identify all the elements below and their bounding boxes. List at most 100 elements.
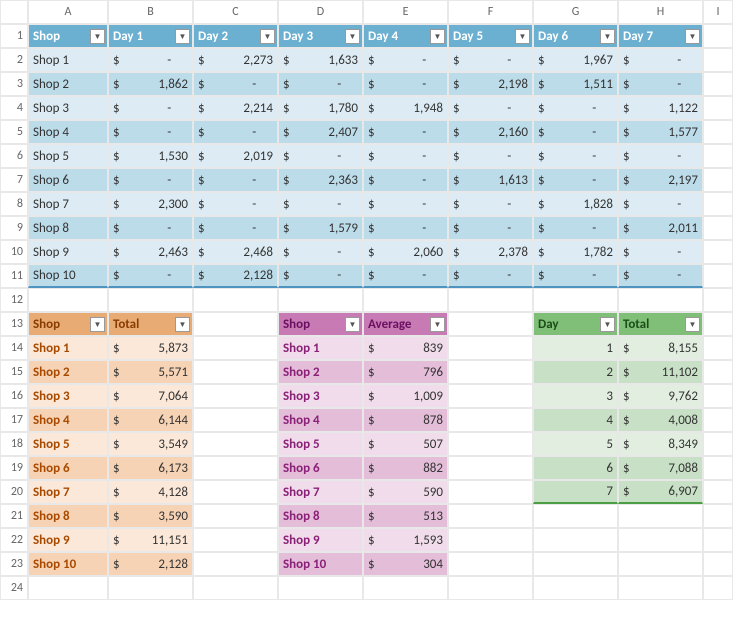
cell[interactable]: $- — [278, 240, 363, 264]
col-header[interactable]: C — [193, 0, 278, 24]
totals-header-shop[interactable]: Shop▼ — [28, 312, 108, 336]
cell[interactable]: $590 — [363, 480, 448, 504]
cell[interactable]: $6,144 — [108, 408, 193, 432]
cell[interactable] — [108, 576, 193, 600]
row-header[interactable]: 2 — [0, 48, 28, 72]
cell[interactable] — [703, 384, 733, 408]
main-shop-name[interactable]: Shop 6 — [28, 168, 108, 192]
filter-dropdown-icon[interactable]: ▼ — [430, 317, 445, 332]
row-header[interactable]: 18 — [0, 432, 28, 456]
cell[interactable]: $2,019 — [193, 144, 278, 168]
cell[interactable] — [618, 528, 703, 552]
cell[interactable]: $- — [108, 96, 193, 120]
cell[interactable] — [703, 336, 733, 360]
cell[interactable] — [618, 504, 703, 528]
cell[interactable]: $878 — [363, 408, 448, 432]
cell[interactable]: $- — [448, 96, 533, 120]
avg-shop-name[interactable]: Shop 10 — [278, 552, 363, 576]
avg-shop-name[interactable]: Shop 3 — [278, 384, 363, 408]
cell[interactable]: $- — [363, 264, 448, 288]
totals-shop-name[interactable]: Shop 8 — [28, 504, 108, 528]
cell[interactable]: $1,593 — [363, 528, 448, 552]
cell[interactable] — [278, 576, 363, 600]
cell[interactable] — [703, 408, 733, 432]
cell[interactable] — [193, 384, 278, 408]
cell[interactable] — [533, 504, 618, 528]
col-header[interactable]: F — [448, 0, 533, 24]
cell[interactable]: $- — [108, 264, 193, 288]
cell[interactable] — [703, 24, 733, 48]
cell[interactable] — [448, 576, 533, 600]
day-number[interactable]: 4 — [533, 408, 618, 432]
filter-dropdown-icon[interactable]: ▼ — [430, 29, 445, 44]
cell[interactable] — [703, 480, 733, 504]
cell[interactable]: $1,511 — [533, 72, 618, 96]
cell[interactable] — [448, 432, 533, 456]
cell[interactable]: $- — [533, 144, 618, 168]
cell[interactable]: $1,530 — [108, 144, 193, 168]
filter-dropdown-icon[interactable]: ▼ — [260, 29, 275, 44]
cell[interactable]: $11,151 — [108, 528, 193, 552]
col-header[interactable]: B — [108, 0, 193, 24]
row-header[interactable]: 7 — [0, 168, 28, 192]
cell[interactable] — [703, 96, 733, 120]
cell[interactable] — [448, 408, 533, 432]
main-shop-name[interactable]: Shop 7 — [28, 192, 108, 216]
cell[interactable] — [703, 288, 733, 312]
filter-dropdown-icon[interactable]: ▼ — [175, 317, 190, 332]
cell[interactable] — [618, 552, 703, 576]
row-header[interactable]: 10 — [0, 240, 28, 264]
filter-dropdown-icon[interactable]: ▼ — [90, 317, 105, 332]
row-header[interactable]: 5 — [0, 120, 28, 144]
cell[interactable]: $1,009 — [363, 384, 448, 408]
cell[interactable] — [703, 576, 733, 600]
day-number[interactable]: 7 — [533, 480, 618, 504]
totals-shop-name[interactable]: Shop 7 — [28, 480, 108, 504]
cell[interactable]: $- — [363, 168, 448, 192]
cell[interactable]: $1,579 — [278, 216, 363, 240]
day-number[interactable]: 6 — [533, 456, 618, 480]
cell[interactable]: $- — [618, 240, 703, 264]
filter-dropdown-icon[interactable]: ▼ — [345, 317, 360, 332]
cell[interactable]: $- — [193, 192, 278, 216]
cell[interactable]: $- — [448, 144, 533, 168]
row-header[interactable]: 13 — [0, 312, 28, 336]
cell[interactable]: $1,577 — [618, 120, 703, 144]
cell[interactable] — [448, 504, 533, 528]
main-shop-name[interactable]: Shop 4 — [28, 120, 108, 144]
cell[interactable]: $2,011 — [618, 216, 703, 240]
totals-shop-name[interactable]: Shop 9 — [28, 528, 108, 552]
row-header[interactable]: 11 — [0, 264, 28, 288]
cell[interactable]: $- — [618, 264, 703, 288]
cell[interactable]: $- — [363, 144, 448, 168]
row-header[interactable]: 8 — [0, 192, 28, 216]
filter-dropdown-icon[interactable]: ▼ — [685, 317, 700, 332]
cell[interactable] — [28, 576, 108, 600]
filter-dropdown-icon[interactable]: ▼ — [600, 317, 615, 332]
cell[interactable]: $7,064 — [108, 384, 193, 408]
cell[interactable] — [193, 360, 278, 384]
cell[interactable]: $- — [618, 72, 703, 96]
avg-shop-name[interactable]: Shop 8 — [278, 504, 363, 528]
cell[interactable]: $1,613 — [448, 168, 533, 192]
cell[interactable] — [193, 480, 278, 504]
totals-shop-name[interactable]: Shop 2 — [28, 360, 108, 384]
avg-shop-name[interactable]: Shop 7 — [278, 480, 363, 504]
cell[interactable] — [533, 576, 618, 600]
cell[interactable] — [448, 288, 533, 312]
cell[interactable]: $2,300 — [108, 192, 193, 216]
cell[interactable]: $2,378 — [448, 240, 533, 264]
cell[interactable] — [703, 552, 733, 576]
row-header[interactable]: 16 — [0, 384, 28, 408]
cell[interactable]: $1,862 — [108, 72, 193, 96]
cell[interactable]: $- — [448, 216, 533, 240]
cell[interactable]: $3,549 — [108, 432, 193, 456]
col-header[interactable]: E — [363, 0, 448, 24]
col-header[interactable]: G — [533, 0, 618, 24]
cell[interactable] — [108, 288, 193, 312]
avg-shop-name[interactable]: Shop 4 — [278, 408, 363, 432]
cell[interactable]: $- — [278, 264, 363, 288]
cell[interactable]: $- — [448, 48, 533, 72]
totals-shop-name[interactable]: Shop 6 — [28, 456, 108, 480]
cell[interactable] — [193, 576, 278, 600]
